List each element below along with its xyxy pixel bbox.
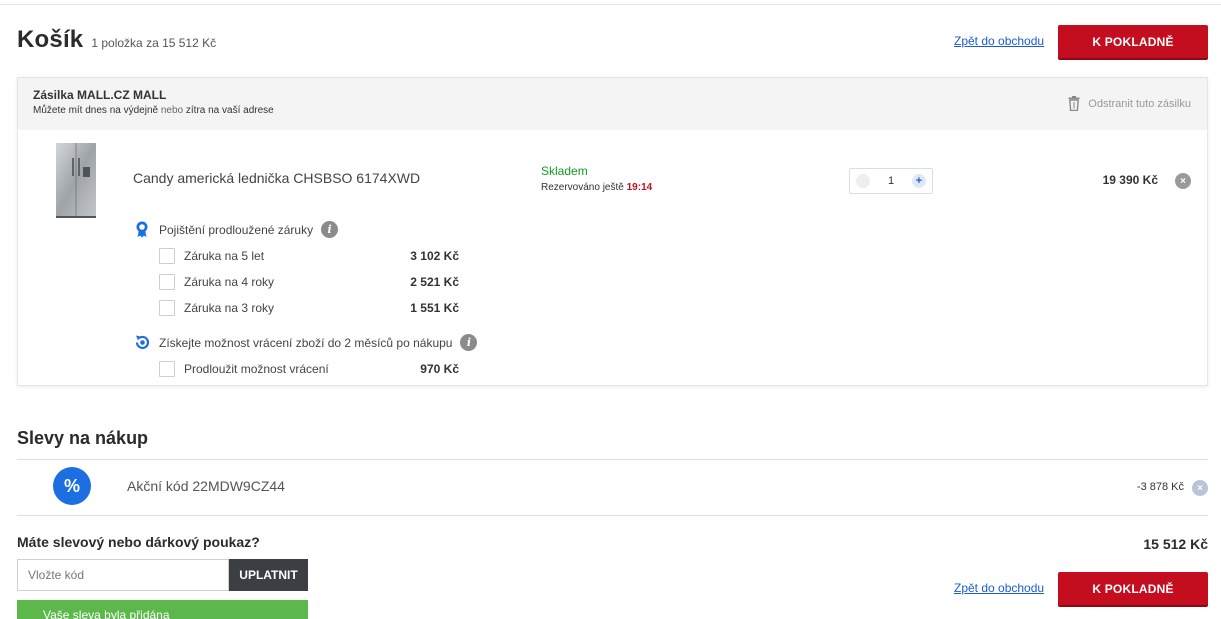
warranty-section-header: Pojištění prodloužené záruky i: [159, 221, 339, 238]
quantity-value[interactable]: 1: [888, 175, 894, 187]
info-icon[interactable]: i: [321, 221, 339, 238]
shipment-card: Zásilka MALL.CZ MALL Můžete mít dnes na …: [17, 77, 1208, 386]
award-ribbon-icon: [136, 221, 148, 238]
warranty-option-4y: Záruka na 4 roky 2 521 Kč: [159, 273, 459, 291]
return-arrows-icon: [135, 335, 150, 349]
warranty-option-price: 2 521 Kč: [410, 275, 459, 289]
back-to-shop-link-bottom[interactable]: Zpět do obchodu: [954, 581, 1044, 595]
product-price: 19 390 Kč: [1102, 173, 1158, 187]
apply-voucher-button[interactable]: UPLATNIT: [229, 559, 308, 591]
reservation-time: 19:14: [626, 182, 653, 193]
product-image[interactable]: [55, 143, 97, 218]
discount-amount: -3 878 Kč: [1136, 481, 1184, 493]
back-to-shop-link[interactable]: Zpět do obchodu: [954, 34, 1044, 48]
voucher-question: Máte slevový nebo dárkový poukaz?: [17, 534, 260, 550]
reservation-note: Rezervováno ještě 19:14: [541, 182, 653, 193]
returns-title: Získejte možnost vrácení zboží do 2 měsí…: [159, 335, 453, 350]
cart-header: Košík 1 položka za 15 512 Kč: [17, 26, 216, 54]
trash-icon: [1068, 96, 1080, 111]
warranty-4y-checkbox[interactable]: [159, 274, 175, 290]
warranty-title: Pojištění prodloužené záruky: [159, 222, 314, 237]
warranty-option-label: Záruka na 5 let: [184, 249, 265, 263]
warranty-option-3y: Záruka na 3 roky 1 551 Kč: [159, 299, 459, 317]
stock-status: Skladem: [541, 164, 588, 178]
warranty-option-price: 3 102 Kč: [410, 249, 459, 263]
voucher-code-input[interactable]: [17, 559, 229, 591]
discounts-bottom-divider: [17, 515, 1208, 516]
discount-code-label: Akční kód 22MDW9CZ44: [127, 478, 285, 494]
page-title: Košík: [17, 26, 84, 53]
checkout-button-bottom[interactable]: K POKLADNĚ: [1058, 572, 1208, 605]
returns-extend-checkbox[interactable]: [159, 361, 175, 377]
checkout-button[interactable]: K POKLADNĚ: [1058, 25, 1208, 58]
discounts-title: Slevy na nákup: [17, 428, 149, 448]
remove-discount-button[interactable]: ×: [1192, 480, 1208, 496]
remove-shipment-button[interactable]: Odstranit tuto zásilku: [1068, 96, 1191, 111]
shipment-header: Zásilka MALL.CZ MALL Můžete mít dnes na …: [18, 78, 1207, 130]
top-divider: [0, 4, 1221, 5]
percent-icon: %: [53, 467, 91, 505]
warranty-option-5y: Záruka na 5 let 3 102 Kč: [159, 247, 459, 265]
returns-option-price: 970 Kč: [420, 362, 459, 376]
voucher-success-message: Vaše sleva byla přidána: [17, 600, 308, 619]
warranty-3y-checkbox[interactable]: [159, 300, 175, 316]
warranty-option-label: Záruka na 4 roky: [184, 275, 275, 289]
product-name[interactable]: Candy americká lednička CHSBSO 6174XWD: [133, 170, 420, 186]
remove-item-button[interactable]: ×: [1175, 173, 1191, 189]
warranty-option-label: Záruka na 3 roky: [184, 301, 275, 315]
warranty-5y-checkbox[interactable]: [159, 248, 175, 264]
shipment-delivery-note: Můžete mít dnes na výdejně nebo zítra na…: [33, 105, 274, 116]
warranty-option-price: 1 551 Kč: [410, 301, 459, 315]
returns-section-header: Získejte možnost vrácení zboží do 2 měsí…: [159, 334, 478, 351]
cart-summary: 1 položka za 15 512 Kč: [91, 36, 217, 50]
returns-option-label: Prodloužit možnost vrácení: [184, 362, 329, 376]
minus-icon[interactable]: −: [856, 174, 870, 188]
shipment-title: Zásilka MALL.CZ MALL: [33, 88, 167, 102]
cart-total: 15 512 Kč: [1143, 536, 1208, 552]
returns-option: Prodloužit možnost vrácení 970 Kč: [159, 360, 459, 378]
discounts-top-divider: [17, 459, 1208, 460]
remove-shipment-label: Odstranit tuto zásilku: [1088, 97, 1191, 110]
info-icon[interactable]: i: [460, 334, 478, 351]
plus-icon[interactable]: +: [912, 174, 926, 188]
quantity-stepper: − 1 +: [849, 168, 933, 194]
